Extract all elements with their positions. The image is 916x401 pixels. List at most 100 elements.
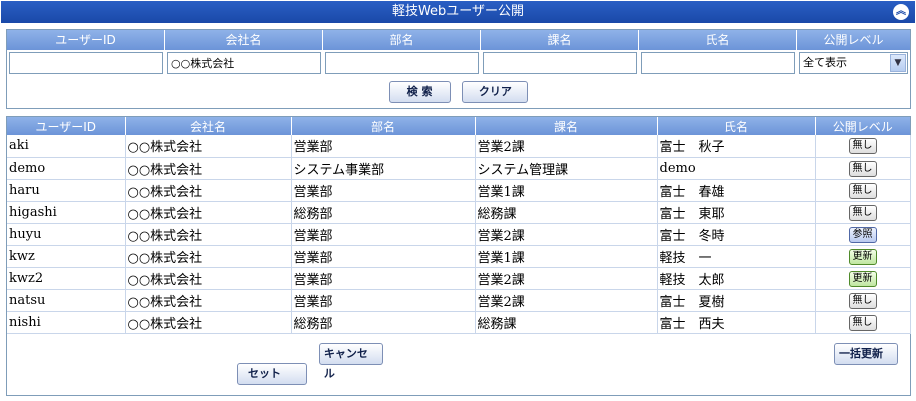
search-button[interactable]: 検 索: [388, 81, 451, 103]
userid-input[interactable]: [9, 52, 163, 74]
name-cell: demo: [657, 157, 816, 180]
level-toggle-button[interactable]: 無し: [848, 160, 877, 177]
column-header-name: 氏名: [657, 117, 816, 135]
window-title: 軽技Webユーザー公開: [391, 4, 525, 19]
column-header-level: 公開レベル: [815, 117, 910, 135]
level-cell: 無し: [815, 289, 911, 312]
company-cell: ○○株式会社: [125, 289, 292, 312]
user-id-cell: huyu: [7, 223, 126, 246]
dept-cell: 営業部: [291, 267, 476, 290]
dept-cell: 営業部: [291, 135, 476, 158]
table-row[interactable]: haru ○○株式会社 営業部 営業1課 富士 春雄 無し: [7, 179, 911, 202]
search-button-row: 検 索 クリア: [7, 81, 910, 103]
chevron-down-icon[interactable]: ▼: [890, 54, 906, 72]
company-cell: ○○株式会社: [125, 245, 292, 268]
section-cell: 営業2課: [475, 223, 658, 246]
section-cell: 営業2課: [475, 267, 658, 290]
table-header-row: ユーザーID 会社名 部名 課名 氏名 公開レベル: [7, 117, 910, 135]
level-cell: 無し: [815, 311, 911, 334]
section-cell: 営業2課: [475, 289, 658, 312]
bulk-update-button[interactable]: 一括更新: [834, 343, 898, 365]
level-toggle-button[interactable]: 無し: [848, 314, 877, 331]
dept-cell: 営業部: [291, 289, 476, 312]
table-row[interactable]: aki ○○株式会社 営業部 営業2課 富士 秋子 無し: [7, 135, 911, 158]
level-toggle-button[interactable]: 更新: [848, 248, 877, 265]
section-cell: 総務課: [475, 311, 658, 334]
user-list-panel: ユーザーID 会社名 部名 課名 氏名 公開レベル aki ○○株式会社 営業部 営業…: [6, 116, 911, 396]
level-toggle-button[interactable]: 更新: [848, 270, 877, 287]
name-input[interactable]: [641, 52, 795, 74]
table-row[interactable]: nishi ○○株式会社 総務部 総務課 富士 西夫 無し: [7, 311, 911, 334]
company-cell: ○○株式会社: [125, 311, 292, 334]
table-row[interactable]: natsu ○○株式会社 営業部 営業2課 富士 夏樹 無し: [7, 289, 911, 312]
dept-cell: 営業部: [291, 179, 476, 202]
name-cell: 軽技 太郎: [657, 267, 816, 290]
section-cell: 営業2課: [475, 135, 658, 158]
user-id-cell: nishi: [7, 311, 126, 334]
level-cell: 更新: [815, 267, 911, 290]
dept-cell: 営業部: [291, 223, 476, 246]
user-id-cell: higashi: [7, 201, 126, 224]
level-toggle-button[interactable]: 無し: [848, 182, 877, 199]
table-row[interactable]: higashi ○○株式会社 総務部 総務課 富士 東耶 無し: [7, 201, 911, 224]
name-cell: 富士 西夫: [657, 311, 816, 334]
company-cell: ○○株式会社: [125, 267, 292, 290]
company-cell: ○○株式会社: [125, 223, 292, 246]
column-header-section: 課名: [475, 117, 658, 135]
table-row[interactable]: kwz ○○株式会社 営業部 営業1課 軽技 一 更新: [7, 245, 911, 268]
level-toggle-button[interactable]: 無し: [848, 204, 877, 221]
level-toggle-button[interactable]: 無し: [848, 292, 877, 309]
table-row[interactable]: huyu ○○株式会社 営業部 営業2課 富士 冬時 参照: [7, 223, 911, 246]
name-cell: 富士 春雄: [657, 179, 816, 202]
dept-cell: 総務部: [291, 311, 476, 334]
column-header-company: 会社名: [125, 117, 292, 135]
level-select-value: 全て表示: [803, 56, 847, 69]
clear-button[interactable]: クリア: [462, 81, 529, 103]
level-cell: 無し: [815, 179, 911, 202]
dept-cell: システム事業部: [291, 157, 476, 180]
cancel-button[interactable]: キャンセル: [318, 343, 383, 380]
level-cell: 無し: [815, 201, 911, 224]
company-cell: ○○株式会社: [125, 179, 292, 202]
section-input[interactable]: [483, 52, 637, 74]
level-cell: 更新: [815, 245, 911, 268]
search-header-name: 氏名: [639, 30, 797, 50]
section-cell: システム管理課: [475, 157, 658, 180]
table-body: aki ○○株式会社 営業部 営業2課 富士 秋子 無し demo ○○株式会社 システム事業部…: [7, 135, 911, 334]
name-cell: 富士 秋子: [657, 135, 816, 158]
company-cell: ○○株式会社: [125, 157, 292, 180]
company-cell: ○○株式会社: [125, 201, 292, 224]
column-header-dept: 部名: [291, 117, 476, 135]
user-id-cell: haru: [7, 179, 126, 202]
section-cell: 営業1課: [475, 179, 658, 202]
user-id-cell: kwz: [7, 245, 126, 268]
search-panel: ユーザーID 会社名 部名 課名 氏名 公開レベル 全て表示 ▼ 検 索 クリア: [6, 29, 911, 109]
collapse-icon[interactable]: ︽: [893, 4, 909, 20]
user-table: ユーザーID 会社名 部名 課名 氏名 公開レベル aki ○○株式会社 営業部 営業…: [7, 117, 911, 334]
level-select[interactable]: 全て表示 ▼: [799, 52, 908, 74]
name-cell: 富士 東耶: [657, 201, 816, 224]
section-cell: 総務課: [475, 201, 658, 224]
level-cell: 無し: [815, 157, 911, 180]
level-toggle-button[interactable]: 無し: [848, 138, 877, 155]
name-cell: 富士 夏樹: [657, 289, 816, 312]
dept-cell: 総務部: [291, 201, 476, 224]
table-row[interactable]: kwz2 ○○株式会社 営業部 営業2課 軽技 太郎 更新: [7, 267, 911, 290]
level-cell: 参照: [815, 223, 911, 246]
company-input[interactable]: [167, 52, 321, 74]
level-cell: 無し: [815, 135, 911, 158]
column-header-userid: ユーザーID: [7, 117, 126, 135]
name-cell: 富士 冬時: [657, 223, 816, 246]
section-cell: 営業1課: [475, 245, 658, 268]
search-header-company: 会社名: [165, 30, 323, 50]
dept-input[interactable]: [325, 52, 479, 74]
search-header-dept: 部名: [323, 30, 481, 50]
search-header-userid: ユーザーID: [7, 30, 165, 50]
company-cell: ○○株式会社: [125, 135, 292, 158]
search-header-level: 公開レベル: [797, 30, 910, 50]
table-row[interactable]: demo ○○株式会社 システム事業部 システム管理課 demo 無し: [7, 157, 911, 180]
set-button[interactable]: セット: [237, 363, 307, 385]
search-field-row: 全て表示 ▼: [7, 52, 910, 74]
window-titlebar: 軽技Webユーザー公開 ︽: [1, 1, 915, 23]
level-toggle-button[interactable]: 参照: [848, 226, 877, 243]
